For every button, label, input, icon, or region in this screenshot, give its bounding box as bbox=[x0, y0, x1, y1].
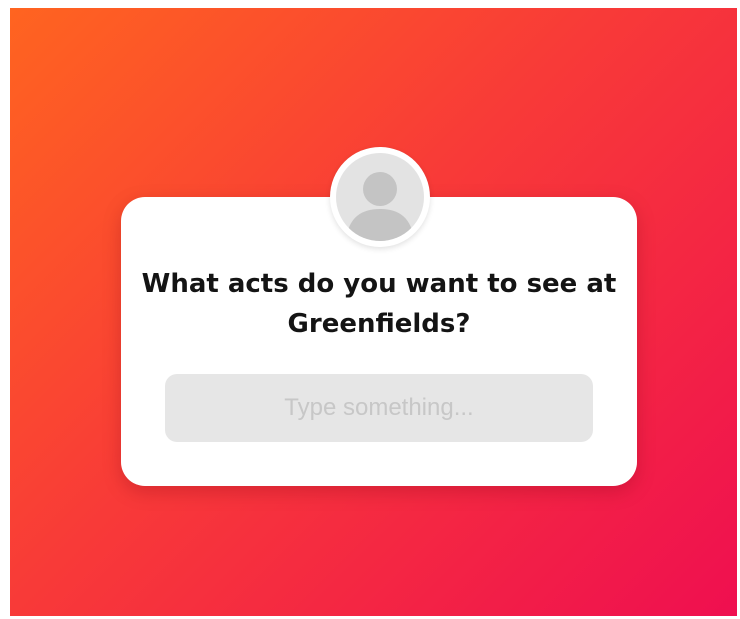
avatar-placeholder bbox=[336, 153, 424, 241]
question-text: What acts do you want to see at Greenfie… bbox=[141, 269, 617, 339]
user-silhouette-icon bbox=[346, 172, 414, 241]
answer-input[interactable] bbox=[165, 374, 593, 442]
avatar bbox=[330, 147, 430, 247]
